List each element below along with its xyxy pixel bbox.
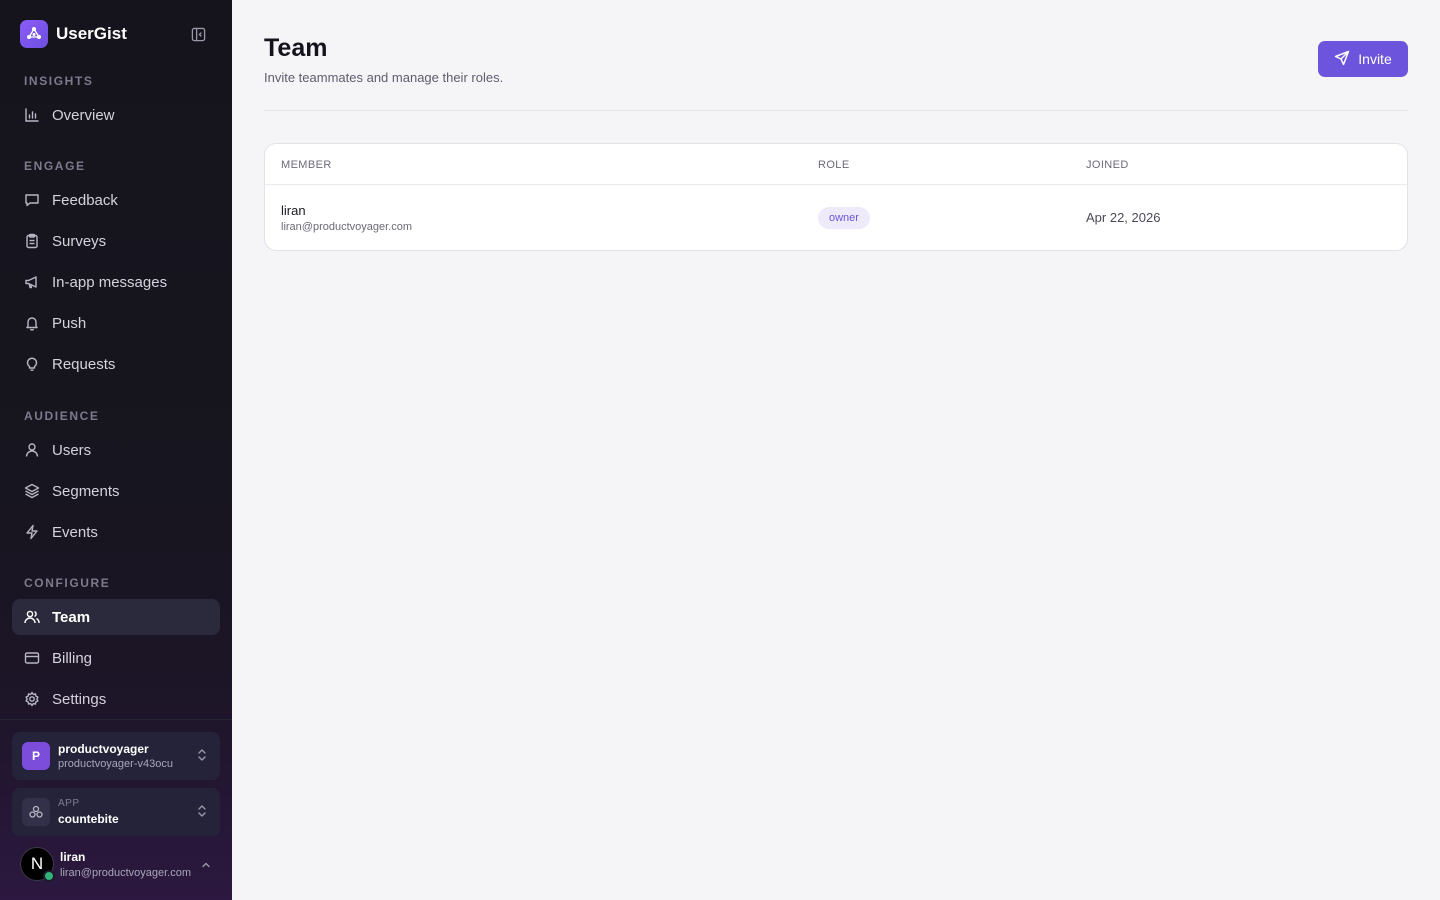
app-icon: [22, 798, 50, 826]
user-icon: [24, 442, 40, 458]
sidebar-item-feedback[interactable]: Feedback: [12, 182, 220, 218]
sidebar: UserGist INSIGHTS Overview ENGAGE Feedba…: [0, 0, 232, 900]
bar-chart-icon: [24, 107, 40, 123]
user-email: liran@productvoyager.com: [60, 866, 192, 879]
sidebar-item-label: Surveys: [52, 232, 107, 250]
usergist-logo-icon: [20, 20, 48, 48]
section-label-engage: ENGAGE: [24, 159, 86, 173]
gear-icon: [24, 691, 40, 707]
send-icon: [1334, 50, 1350, 69]
sidebar-item-segments[interactable]: Segments: [12, 473, 220, 509]
sidebar-item-settings[interactable]: Settings: [12, 681, 220, 717]
sidebar-item-push[interactable]: Push: [12, 305, 220, 341]
user-menu[interactable]: N liran liran@productvoyager.com: [20, 844, 220, 884]
member-email: liran@productvoyager.com: [281, 221, 413, 233]
org-slug: productvoyager-v43ocu: [58, 758, 173, 770]
sidebar-item-label: Team: [52, 608, 91, 626]
sidebar-item-label: Push: [52, 314, 87, 332]
column-header-joined[interactable]: JOINED: [1086, 159, 1129, 171]
users-icon: [24, 609, 40, 625]
brand[interactable]: UserGist: [20, 20, 127, 48]
app-name: countebite: [58, 812, 119, 826]
message-square-icon: [24, 192, 40, 208]
member-name: liran: [281, 203, 306, 218]
sidebar-item-label: Overview: [52, 106, 115, 124]
megaphone-icon: [24, 274, 40, 290]
user-avatar: N: [20, 847, 55, 882]
sidebar-item-label: In-app messages: [52, 273, 168, 291]
invite-button[interactable]: Invite: [1318, 41, 1408, 77]
chevron-up-icon: [200, 858, 212, 876]
online-status-dot: [43, 870, 55, 882]
section-label-configure: CONFIGURE: [24, 576, 111, 590]
chevrons-up-down-icon: [196, 804, 208, 823]
chevrons-up-down-icon: [196, 748, 208, 767]
sidebar-item-label: Settings: [52, 690, 107, 708]
page-title: Team: [264, 34, 328, 62]
org-avatar: P: [22, 742, 50, 770]
sidebar-item-label: Billing: [52, 649, 93, 667]
table-header-divider: [265, 184, 1407, 185]
joined-date: Apr 22, 2026: [1086, 210, 1161, 225]
role-badge[interactable]: owner: [818, 207, 870, 229]
app-switcher[interactable]: APP countebite: [12, 788, 220, 836]
lightbulb-icon: [24, 356, 40, 372]
user-avatar-initial: N: [30, 854, 44, 873]
sidebar-item-label: Requests: [52, 355, 116, 373]
credit-card-icon: [24, 650, 40, 666]
sidebar-item-in-app-messages[interactable]: In-app messages: [12, 264, 220, 300]
sidebar-item-users[interactable]: Users: [12, 432, 220, 468]
column-header-member[interactable]: MEMBER: [281, 159, 332, 171]
sidebar-item-label: Events: [52, 523, 98, 541]
user-name: liran: [60, 849, 86, 864]
section-label-audience: AUDIENCE: [24, 409, 100, 423]
sidebar-item-label: Segments: [52, 482, 120, 500]
org-switcher[interactable]: P productvoyager productvoyager-v43ocu: [12, 732, 220, 780]
sidebar-item-label: Users: [52, 441, 92, 459]
sidebar-item-events[interactable]: Events: [12, 514, 220, 550]
brand-name: UserGist: [56, 24, 127, 43]
sidebar-item-overview[interactable]: Overview: [12, 97, 220, 133]
header-divider: [264, 110, 1408, 111]
sidebar-item-team[interactable]: Team: [12, 599, 220, 635]
sidebar-item-billing[interactable]: Billing: [12, 640, 220, 676]
layers-icon: [24, 483, 40, 499]
sidebar-item-requests[interactable]: Requests: [12, 346, 220, 382]
sidebar-divider: [0, 719, 232, 720]
invite-button-label: Invite: [1358, 51, 1392, 67]
section-label-insights: INSIGHTS: [24, 74, 94, 88]
sidebar-item-label: Feedback: [52, 191, 118, 209]
app-kicker: APP: [58, 798, 80, 809]
sidebar-item-surveys[interactable]: Surveys: [12, 223, 220, 259]
bell-icon: [24, 315, 40, 331]
team-table: MEMBER ROLE JOINED liran liran@productvo…: [264, 143, 1408, 251]
page-subtitle: Invite teammates and manage their roles.: [264, 70, 504, 85]
clipboard-icon: [24, 233, 40, 249]
column-header-role[interactable]: ROLE: [818, 159, 850, 171]
zap-icon: [24, 524, 40, 540]
org-name: productvoyager: [58, 742, 149, 756]
collapse-sidebar-icon[interactable]: [188, 24, 208, 44]
